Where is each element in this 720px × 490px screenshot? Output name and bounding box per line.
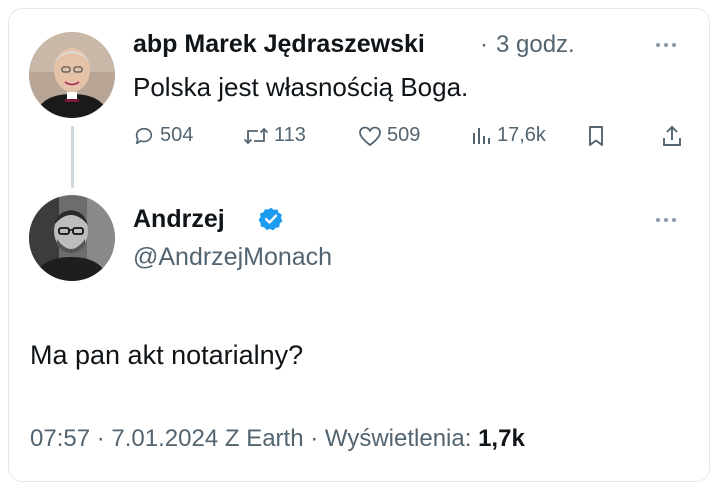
avatar-archbishop[interactable] — [29, 32, 115, 118]
views-label: Wyświetlenia: — [324, 425, 472, 452]
bookmark-icon — [589, 126, 603, 146]
separator-dot: · — [96, 425, 105, 452]
tweet-time[interactable]: 3 godz. — [496, 31, 575, 59]
user-display-name[interactable]: Andrzej — [133, 205, 225, 234]
like-count: 509 — [387, 124, 421, 146]
bookmark-button[interactable] — [586, 124, 606, 148]
views-count: 17,6k — [497, 124, 546, 146]
share-icon — [663, 125, 681, 146]
like-icon — [359, 126, 381, 146]
thread-connector-line — [71, 126, 74, 188]
views-icon — [473, 127, 490, 144]
user-handle[interactable]: @AndrzejMonach — [133, 243, 332, 272]
avatar-andrzej[interactable] — [29, 195, 115, 281]
reply-button[interactable]: 504 — [133, 124, 193, 147]
reply-count: 504 — [160, 124, 194, 146]
like-button[interactable]: 509 — [358, 124, 420, 147]
repost-button[interactable]: 113 — [243, 124, 306, 147]
views-value: 1,7k — [478, 425, 525, 452]
author-name[interactable]: abp Marek Jędraszewski — [133, 30, 425, 59]
share-button[interactable] — [661, 124, 683, 148]
reply-icon — [135, 127, 153, 144]
tweet-text: Polska jest własnością Boga. — [133, 72, 469, 102]
more-icon[interactable] — [656, 218, 676, 222]
tweet-footer: 07:57 · 7.01.2024 Z Earth · Wyświetlenia… — [30, 425, 525, 453]
repost-count: 113 — [274, 124, 306, 146]
separator-dot: · — [480, 31, 488, 58]
separator-dot: · — [310, 425, 319, 452]
reply-text: Ma pan akt notarialny? — [30, 340, 304, 370]
post-date[interactable]: 7.01.2024 — [111, 425, 218, 452]
verified-badge-icon — [258, 207, 283, 231]
repost-icon — [243, 127, 269, 144]
views-button[interactable]: 17,6k — [470, 124, 546, 147]
more-icon[interactable] — [656, 43, 676, 47]
post-time[interactable]: 07:57 — [30, 425, 90, 452]
post-source: Z Earth — [224, 425, 304, 452]
